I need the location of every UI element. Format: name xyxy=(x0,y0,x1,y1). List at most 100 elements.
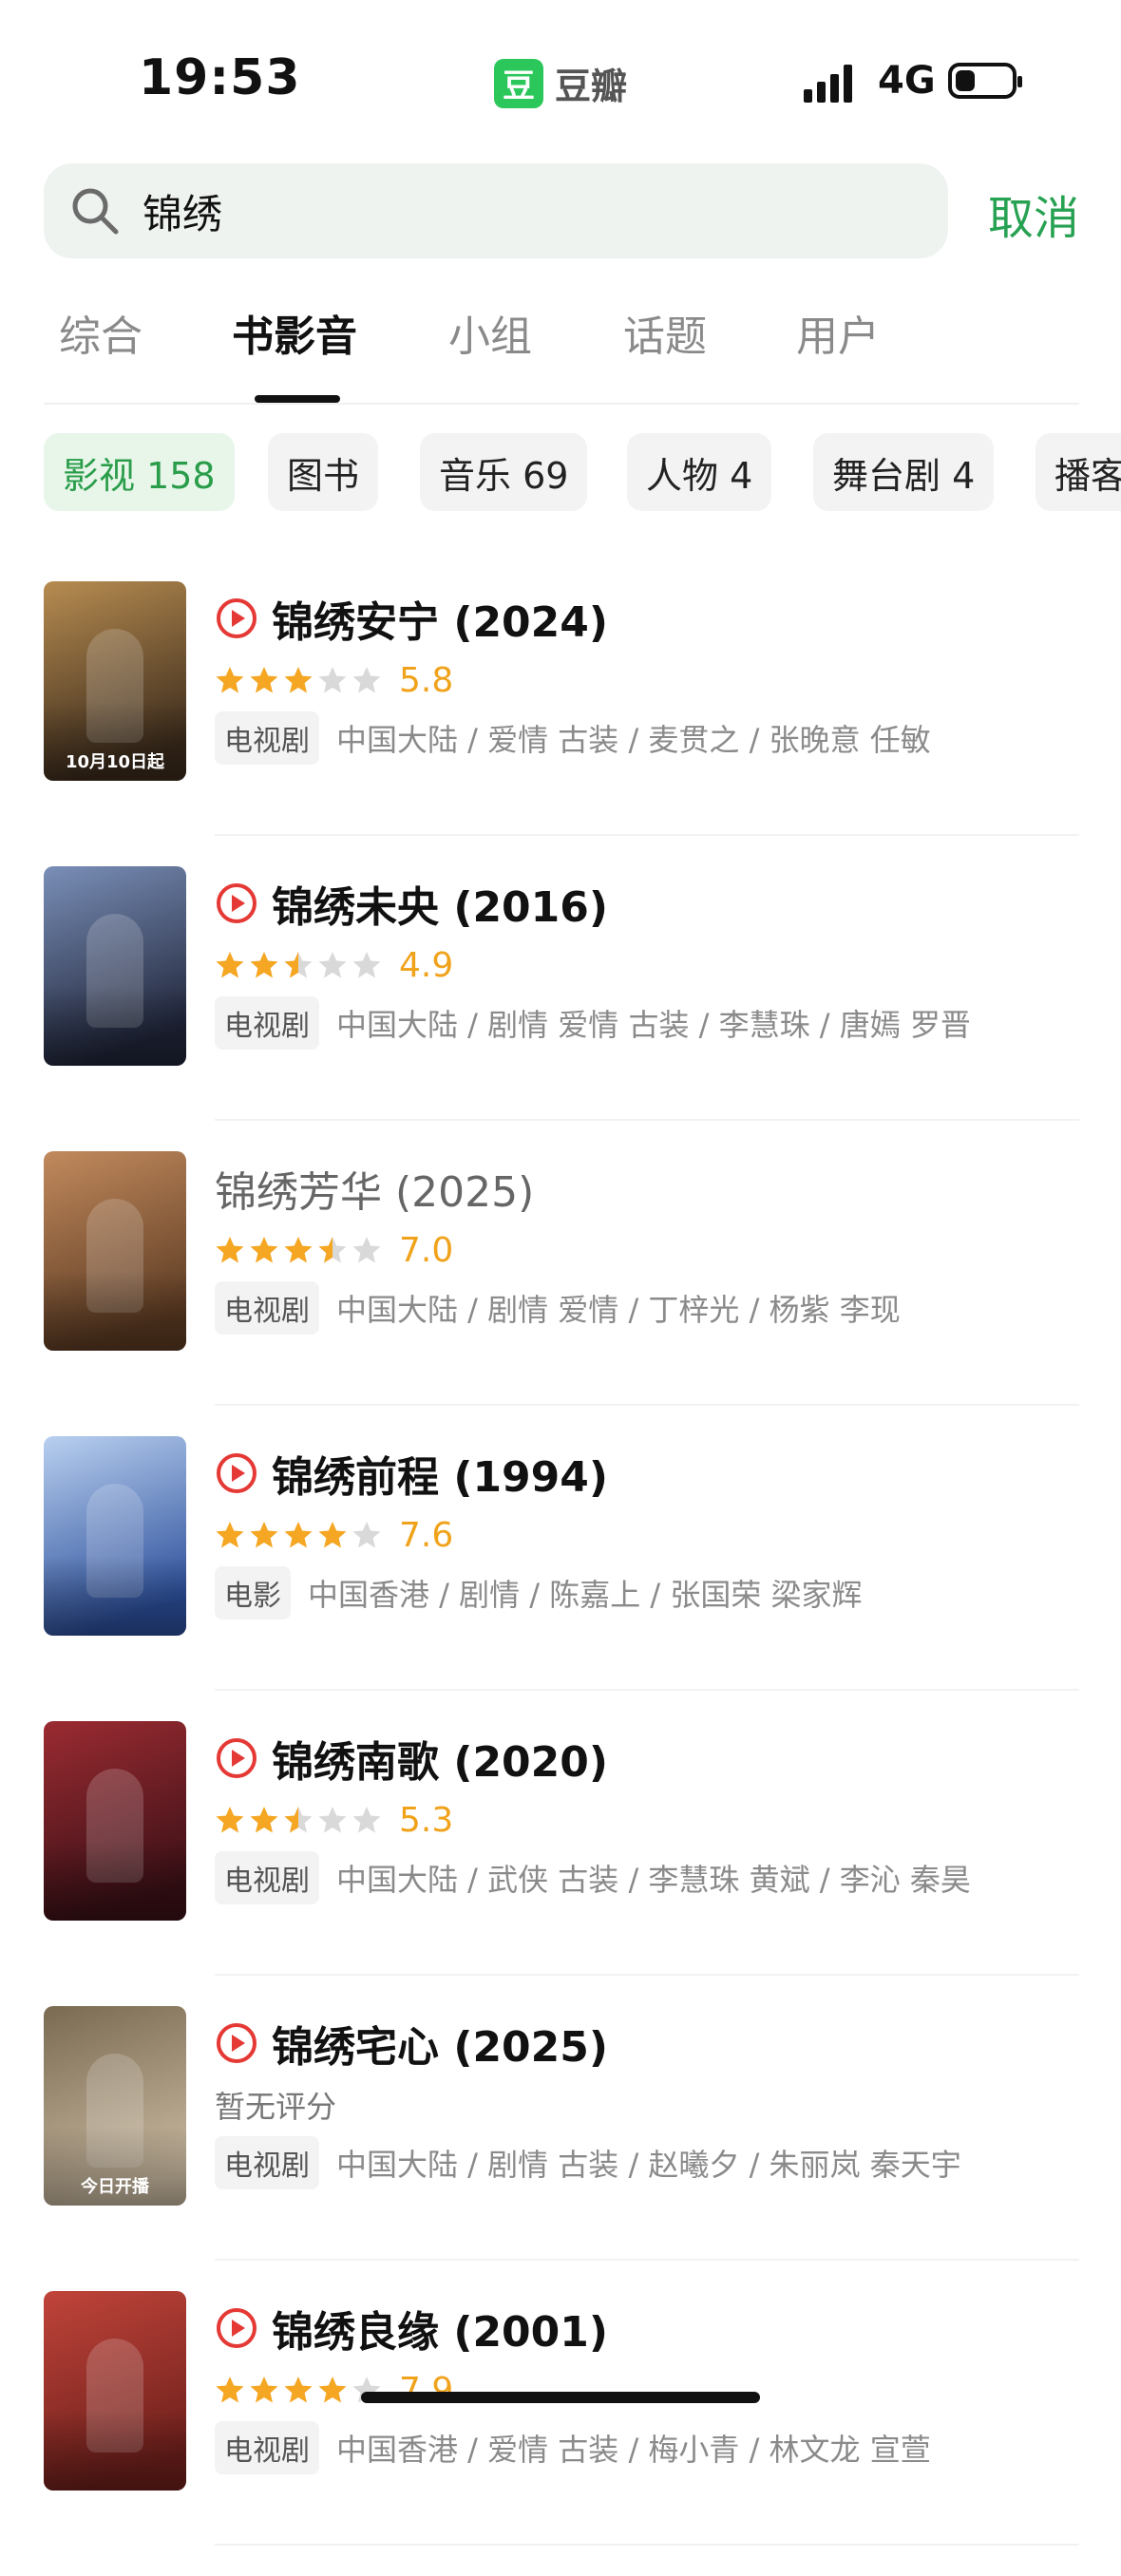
chip-1[interactable]: 图书 xyxy=(268,433,379,511)
tab-1[interactable]: 书影音 xyxy=(232,302,357,363)
score: 7.6 xyxy=(399,1515,454,1555)
chip-2[interactable]: 音乐 69 xyxy=(420,433,588,511)
rating-row: 暂无评分 xyxy=(215,2084,336,2126)
battery-icon xyxy=(948,63,1022,99)
cancel-button[interactable]: 取消 xyxy=(988,180,1079,247)
status-time: 19:53 xyxy=(139,49,301,106)
result-item[interactable]: 锦绣未央 (2016) 4.9 电视剧 中国大陆 / 剧情 爱情 古装 / 李慧… xyxy=(0,866,1121,1151)
type-tag: 电视剧 xyxy=(215,1851,319,1904)
title-row: 锦绣芳华 (2025) xyxy=(215,1155,534,1222)
poster-image[interactable]: 10月10日起 xyxy=(44,581,186,781)
star-rating xyxy=(215,950,382,980)
result-item[interactable]: 今日开播 锦绣宅心 (2025) 暂无评分 电视剧 中国大陆 / 剧情 古装 /… xyxy=(0,2006,1121,2291)
meta-row: 电视剧 中国大陆 / 剧情 爱情 古装 / 李慧珠 / 唐嫣 罗晋 xyxy=(215,996,971,1050)
result-title: 锦绣宅心 (2025) xyxy=(272,2023,609,2072)
poster-image[interactable] xyxy=(44,1721,186,1921)
tab-4[interactable]: 用户 xyxy=(796,302,880,363)
meta-info: 中国大陆 / 爱情 古装 / 麦贯之 / 张晚意 任敏 xyxy=(336,722,931,758)
score: 4.9 xyxy=(399,945,454,985)
chip-5[interactable]: 播客 xyxy=(1036,433,1121,511)
meta-info: 中国香港 / 剧情 / 陈嘉上 / 张国荣 梁家辉 xyxy=(308,1577,863,1613)
result-item[interactable]: 锦绣良缘 (2001) 7.9 电视剧 中国香港 / 爱情 古装 / 梅小青 /… xyxy=(0,2291,1121,2576)
result-title: 锦绣前程 (1994) xyxy=(272,1453,609,1502)
divider xyxy=(215,834,1079,836)
tab-2[interactable]: 小组 xyxy=(448,302,532,363)
result-title: 锦绣芳华 (2025) xyxy=(215,1168,535,1217)
tab-0[interactable]: 综合 xyxy=(59,302,142,363)
result-title: 锦绣良缘 (2001) xyxy=(272,2308,609,2357)
rating-row: 7.9 xyxy=(215,2369,453,2411)
category-chips: 影视 158 图书 音乐 69 人物 4 舞台剧 4 播客 xyxy=(44,433,1121,511)
result-item[interactable]: 10月10日起 锦绣安宁 (2024) 5.8 电视剧 中国大陆 / 爱情 古装… xyxy=(0,581,1121,866)
no-rating-text: 暂无评分 xyxy=(215,2089,337,2125)
active-tab-indicator xyxy=(255,395,340,403)
poster-image[interactable]: 今日开播 xyxy=(44,2006,186,2206)
search-input[interactable]: 锦绣 xyxy=(44,163,948,258)
tab-3[interactable]: 话题 xyxy=(623,302,707,363)
play-icon xyxy=(217,1738,256,1778)
divider xyxy=(215,1119,1079,1121)
type-tag: 电影 xyxy=(215,1566,291,1619)
meta-row: 电视剧 中国香港 / 爱情 古装 / 梅小青 / 林文龙 宣萱 xyxy=(215,2421,931,2474)
home-indicator xyxy=(361,2392,760,2403)
meta-row: 电视剧 中国大陆 / 武侠 古装 / 李慧珠 黄斌 / 李沁 秦昊 xyxy=(215,1851,971,1904)
star-rating xyxy=(215,1235,382,1265)
score: 5.8 xyxy=(399,660,454,700)
star-rating xyxy=(215,1805,382,1835)
divider xyxy=(215,2259,1079,2261)
rating-row: 7.6 xyxy=(215,1514,453,1556)
divider xyxy=(215,1689,1079,1691)
play-icon xyxy=(217,598,256,638)
result-title: 锦绣未央 (2016) xyxy=(272,883,609,932)
meta-row: 电视剧 中国大陆 / 剧情 古装 / 赵曦夕 / 朱丽岚 秦天宇 xyxy=(215,2136,961,2189)
star-rating xyxy=(215,665,382,695)
type-tag: 电视剧 xyxy=(215,2421,319,2474)
divider xyxy=(215,1974,1079,1976)
score: 7.0 xyxy=(399,1230,454,1270)
play-icon xyxy=(217,2308,256,2348)
rating-row: 5.8 xyxy=(215,659,453,701)
poster-image[interactable] xyxy=(44,1151,186,1351)
meta-row: 电视剧 中国大陆 / 爱情 古装 / 麦贯之 / 张晚意 任敏 xyxy=(215,711,931,765)
chip-0[interactable]: 影视 158 xyxy=(44,433,235,511)
meta-info: 中国大陆 / 剧情 古装 / 赵曦夕 / 朱丽岚 秦天宇 xyxy=(336,2147,961,2183)
play-icon xyxy=(217,883,256,923)
status-bar: 19:53 豆 豆瓣 4G xyxy=(0,0,1121,161)
poster-image[interactable] xyxy=(44,1436,186,1636)
douban-logo-icon: 豆 xyxy=(494,58,543,108)
title-row: 锦绣未央 (2016) xyxy=(215,870,608,937)
signal-icon xyxy=(804,61,852,103)
rating-row: 7.0 xyxy=(215,1229,453,1271)
title-row: 锦绣宅心 (2025) xyxy=(215,2010,608,2076)
meta-info: 中国大陆 / 剧情 爱情 / 丁梓光 / 杨紫 李现 xyxy=(336,1292,901,1328)
result-title: 锦绣南歌 (2020) xyxy=(272,1738,609,1787)
poster-image[interactable] xyxy=(44,866,186,1066)
result-item[interactable]: 锦绣芳华 (2025) 7.0 电视剧 中国大陆 / 剧情 爱情 / 丁梓光 /… xyxy=(0,1151,1121,1436)
star-rating xyxy=(215,1520,382,1550)
poster-image[interactable] xyxy=(44,2291,186,2491)
type-tag: 电视剧 xyxy=(215,996,319,1050)
search-icon xyxy=(66,182,124,239)
tabs-divider xyxy=(44,403,1079,405)
poster-caption: 今日开播 xyxy=(81,2177,149,2197)
type-tag: 电视剧 xyxy=(215,711,319,765)
chip-3[interactable]: 人物 4 xyxy=(627,433,772,511)
search-query: 锦绣 xyxy=(142,190,223,237)
app-badge: 豆 豆瓣 xyxy=(494,57,627,109)
app-name: 豆瓣 xyxy=(555,66,628,107)
meta-info: 中国大陆 / 武侠 古装 / 李慧珠 黄斌 / 李沁 秦昊 xyxy=(336,1862,971,1898)
play-icon xyxy=(217,2023,256,2063)
tabs: 综合 书影音 小组 话题 用户 xyxy=(0,302,1121,407)
title-row: 锦绣前程 (1994) xyxy=(215,1440,608,1506)
meta-info: 中国大陆 / 剧情 爱情 古装 / 李慧珠 / 唐嫣 罗晋 xyxy=(336,1007,971,1043)
divider xyxy=(215,2544,1079,2546)
divider xyxy=(215,1404,1079,1406)
play-icon xyxy=(217,1453,256,1493)
result-item[interactable]: 锦绣前程 (1994) 7.6 电影 中国香港 / 剧情 / 陈嘉上 / 张国荣… xyxy=(0,1436,1121,1721)
result-title: 锦绣安宁 (2024) xyxy=(272,598,609,647)
type-tag: 电视剧 xyxy=(215,2136,319,2189)
chip-4[interactable]: 舞台剧 4 xyxy=(813,433,995,511)
result-item[interactable]: 锦绣南歌 (2020) 5.3 电视剧 中国大陆 / 武侠 古装 / 李慧珠 黄… xyxy=(0,1721,1121,2006)
score: 5.3 xyxy=(399,1800,454,1840)
meta-info: 中国香港 / 爱情 古装 / 梅小青 / 林文龙 宣萱 xyxy=(336,2432,931,2468)
